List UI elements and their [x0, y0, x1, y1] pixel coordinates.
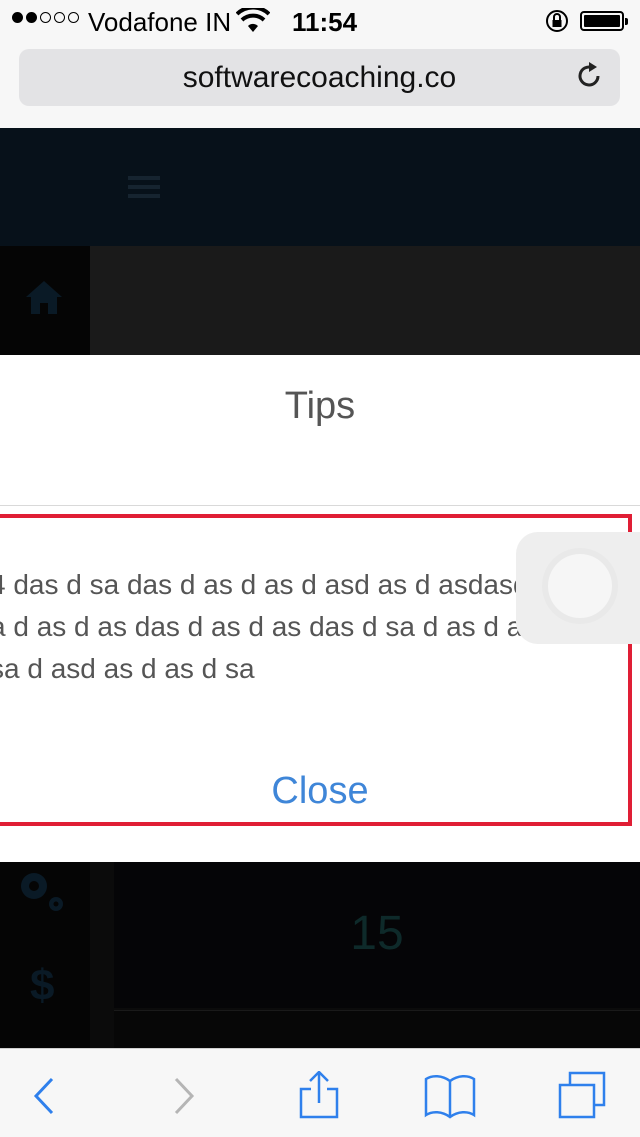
- site-subnav: [0, 246, 640, 355]
- browser-address-area: softwarecoaching.co: [0, 40, 640, 128]
- dashboard-area: 15: [90, 862, 640, 1053]
- forward-icon[interactable]: [158, 1071, 210, 1121]
- site-header: [0, 128, 640, 246]
- modal-body: 4 das d sa das d as d as d asd as d asda…: [0, 506, 640, 862]
- clock: 11:54: [292, 7, 358, 37]
- svg-text:$: $: [30, 961, 54, 1008]
- modal-title: Tips: [284, 385, 356, 427]
- status-bar: Vodafone IN 11:54: [0, 0, 640, 40]
- back-icon[interactable]: [26, 1071, 78, 1121]
- close-button[interactable]: Close: [0, 770, 640, 813]
- home-nav-item[interactable]: [0, 246, 90, 355]
- browser-toolbar: [0, 1048, 640, 1137]
- dollar-icon[interactable]: $: [26, 960, 62, 1008]
- signal-strength-icon: [12, 12, 79, 23]
- assistive-touch-icon: [548, 554, 612, 618]
- panel-footer: [114, 1010, 640, 1053]
- home-icon: [26, 281, 62, 314]
- bookmarks-icon[interactable]: [424, 1071, 476, 1121]
- side-nav: $: [0, 862, 90, 1052]
- assistive-touch-button[interactable]: [516, 532, 640, 644]
- menu-icon[interactable]: [128, 176, 160, 203]
- modal-message-line: sa d asd as d as d sa: [0, 653, 255, 684]
- tabs-icon[interactable]: [556, 1071, 608, 1121]
- share-icon[interactable]: [293, 1071, 345, 1121]
- counter-value: 15: [350, 907, 404, 960]
- address-bar[interactable]: softwarecoaching.co: [19, 49, 620, 106]
- reload-icon[interactable]: [574, 61, 604, 91]
- counter-panel: 15: [114, 862, 640, 1008]
- carrier-name: Vodafone IN: [88, 7, 232, 37]
- rotation-lock-icon: [546, 10, 568, 32]
- battery-icon: [580, 11, 628, 31]
- wifi-icon: [236, 8, 270, 32]
- url-text: softwarecoaching.co: [182, 61, 457, 94]
- modal-header: Tips: [0, 355, 640, 506]
- gears-icon[interactable]: [16, 868, 68, 914]
